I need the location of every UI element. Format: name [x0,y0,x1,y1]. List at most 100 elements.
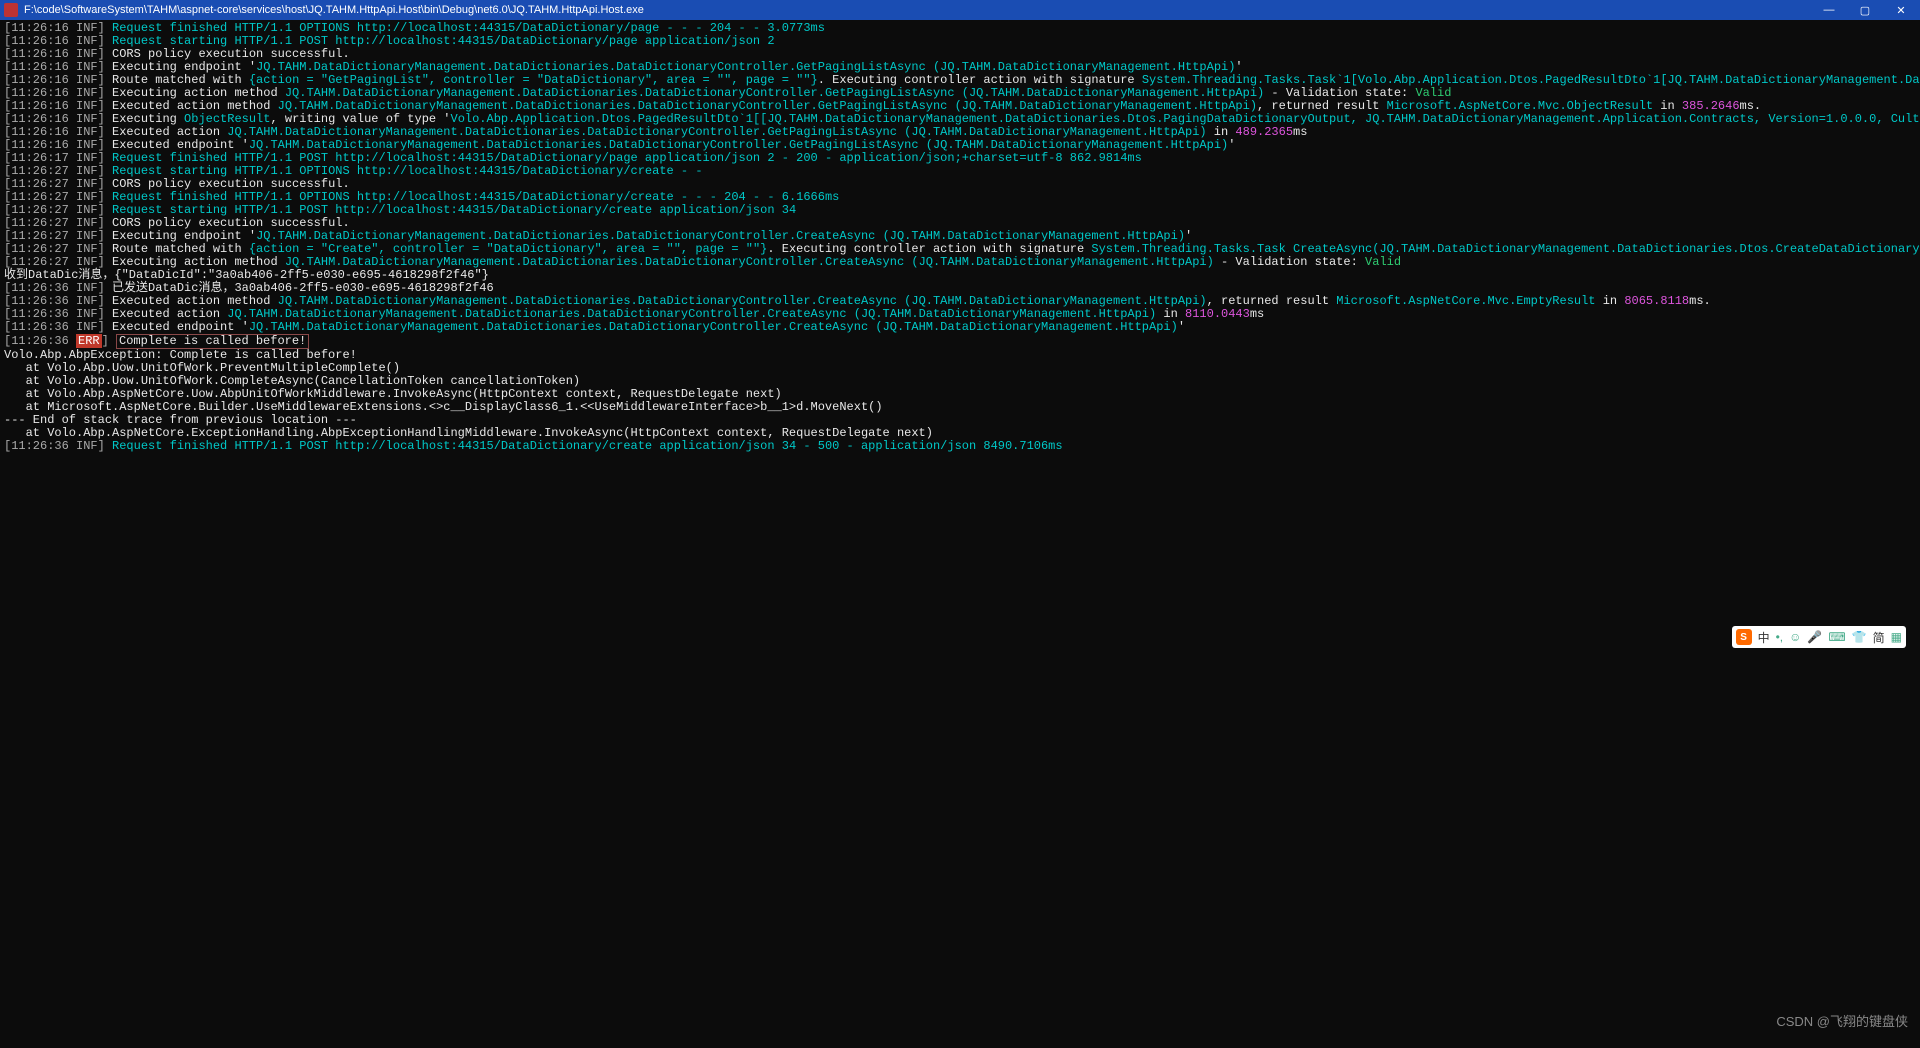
log-timestamp: [11:26:16 INF] [4,86,112,100]
ime-mic-icon[interactable]: 🎤 [1807,630,1822,644]
ime-grid-icon[interactable]: ▦ [1891,630,1902,644]
log-segment: ms [1250,307,1264,321]
log-segment: 已发送DataDic消息，3a0ab406-2ff5-e030-e695-461… [112,281,494,295]
log-segment: 收到DataDic消息，{"DataDicId":"3a0ab406-2ff5-… [4,268,489,282]
log-segment: System.Threading.Tasks.Task CreateAsync(… [1091,242,1920,256]
log-segment: Microsoft.AspNetCore.Mvc.EmptyResult [1336,294,1595,308]
log-segment: JQ.TAHM.DataDictionaryManagement.DataDic… [256,229,1185,243]
log-segment: JQ.TAHM.DataDictionaryManagement.DataDic… [278,294,1207,308]
maximize-button[interactable]: ▢ [1850,4,1880,17]
log-segment: ' [1235,60,1242,74]
log-timestamp: [11:26:36 INF] [4,439,112,453]
log-segment: CORS policy execution successful. [112,177,350,191]
ime-lang-toggle[interactable]: 中 [1758,629,1770,646]
log-segment: ' [1228,138,1235,152]
log-segment: Executing endpoint ' [112,60,256,74]
log-timestamp: [11:26:16 INF] [4,112,112,126]
log-segment: in [1207,125,1236,139]
log-segment: ' [1178,320,1185,334]
log-timestamp: [11:26:27 INF] [4,242,112,256]
log-timestamp: [11:26:36 INF] [4,320,112,334]
log-timestamp: [11:26:27 INF] [4,190,112,204]
log-segment: Executed action [112,125,227,139]
log-timestamp: [11:26:36 INF] [4,307,112,321]
log-timestamp: [11:26:16 INF] [4,73,112,87]
log-segment: JQ.TAHM.DataDictionaryManagement.DataDic… [249,320,1178,334]
log-segment: . Executing controller action with signa… [767,242,1091,256]
log-segment: 8065.8118 [1624,294,1689,308]
log-segment: CORS policy execution successful. [112,216,350,230]
log-timestamp: [11:26:16 INF] [4,125,112,139]
log-segment: , returned result [1257,99,1387,113]
error-badge: ERR [76,334,102,348]
log-segment: JQ.TAHM.DataDictionaryManagement.DataDic… [285,86,1264,100]
log-timestamp: [11:26:36 INF] [4,294,112,308]
log-segment: 385.2646 [1682,99,1740,113]
log-segment: Request finished HTTP/1.1 OPTIONS http:/… [112,21,825,35]
log-segment: Executing action method [112,255,285,269]
log-segment: ObjectResult [184,112,270,126]
log-timestamp: [11:26:17 INF] [4,151,112,165]
log-segment: Request finished HTTP/1.1 OPTIONS http:/… [112,190,839,204]
log-timestamp: [11:26:36 INF] [4,281,112,295]
log-line: [11:26:36 INF] Request finished HTTP/1.1… [4,440,1916,453]
ime-skin-icon[interactable]: 👕 [1852,630,1867,644]
log-timestamp: [11:26:27 INF] [4,216,112,230]
ime-punct-icon[interactable]: •, [1776,630,1784,644]
console-output[interactable]: [11:26:16 INF] Request finished HTTP/1.1… [0,20,1920,455]
log-segment: - Validation state: [1264,86,1415,100]
log-segment: JQ.TAHM.DataDictionaryManagement.DataDic… [249,138,1228,152]
ime-keyboard-icon[interactable]: ⌨ [1828,630,1845,644]
log-segment: Microsoft.AspNetCore.Mvc.ObjectResult [1387,99,1653,113]
error-message-boxed: Complete is called before! [116,334,309,349]
log-timestamp: [11:26:16 INF] [4,21,112,35]
log-timestamp: [11:26:27 INF] [4,203,112,217]
log-segment: 489.2365 [1235,125,1293,139]
log-line: [11:26:36 INF] Executed endpoint 'JQ.TAH… [4,321,1916,334]
log-segment: Request starting HTTP/1.1 POST http://lo… [112,203,796,217]
log-segment: ms. [1740,99,1762,113]
log-segment: . Executing controller action with signa… [818,73,1142,87]
window-title: F:\code\SoftwareSystem\TAHM\aspnet-core\… [24,4,644,16]
ime-toolbar[interactable]: S 中 •, ☺ 🎤 ⌨ 👕 简 ▦ [1732,626,1906,648]
log-timestamp: [11:26:27 INF] [4,164,112,178]
minimize-button[interactable]: — [1814,4,1844,17]
log-segment: - Validation state: [1214,255,1365,269]
log-segment: Executing [112,112,184,126]
log-segment: Executed action method [112,99,278,113]
log-segment: Executed action method [112,294,278,308]
log-segment: CORS policy execution successful. [112,47,350,61]
log-segment: Route matched with [112,242,249,256]
log-timestamp: [11:26:16 INF] [4,34,112,48]
app-icon [4,3,18,17]
log-segment: Valid [1365,255,1401,269]
log-segment: Request finished HTTP/1.1 POST http://lo… [112,151,1142,165]
log-segment: Valid [1415,86,1451,100]
log-timestamp: [11:26:16 INF] [4,99,112,113]
log-segment: Executed endpoint ' [112,320,249,334]
ime-simplified-toggle[interactable]: 简 [1873,629,1885,646]
log-segment: 8110.0443 [1185,307,1250,321]
log-segment: Request starting HTTP/1.1 POST http://lo… [112,34,775,48]
titlebar-left: F:\code\SoftwareSystem\TAHM\aspnet-core\… [4,3,644,17]
log-segment: JQ.TAHM.DataDictionaryManagement.DataDic… [278,99,1257,113]
log-segment: ms [1293,125,1307,139]
log-segment: ms. [1689,294,1711,308]
titlebar[interactable]: F:\code\SoftwareSystem\TAHM\aspnet-core\… [0,0,1920,20]
ime-emoji-icon[interactable]: ☺ [1789,630,1801,644]
log-segment: ' [1185,229,1192,243]
log-segment: JQ.TAHM.DataDictionaryManagement.DataDic… [227,125,1206,139]
log-segment: Request starting HTTP/1.1 OPTIONS http:/… [112,164,703,178]
watermark-text: CSDN @飞翔的键盘侠 [1776,1011,1908,1030]
log-timestamp: [11:26:16 INF] [4,138,112,152]
log-segment: JQ.TAHM.DataDictionaryManagement.DataDic… [256,60,1235,74]
ime-logo-icon[interactable]: S [1736,629,1752,645]
log-segment: {action = "Create", controller = "DataDi… [249,242,767,256]
close-button[interactable]: ✕ [1886,4,1916,17]
log-segment: in [1596,294,1625,308]
log-segment: JQ.TAHM.DataDictionaryManagement.DataDic… [227,307,1156,321]
log-timestamp: [11:26:16 INF] [4,60,112,74]
log-segment: Executed action [112,307,227,321]
log-segment: Request finished HTTP/1.1 POST http://lo… [112,439,1063,453]
log-timestamp: [11:26:27 INF] [4,229,112,243]
